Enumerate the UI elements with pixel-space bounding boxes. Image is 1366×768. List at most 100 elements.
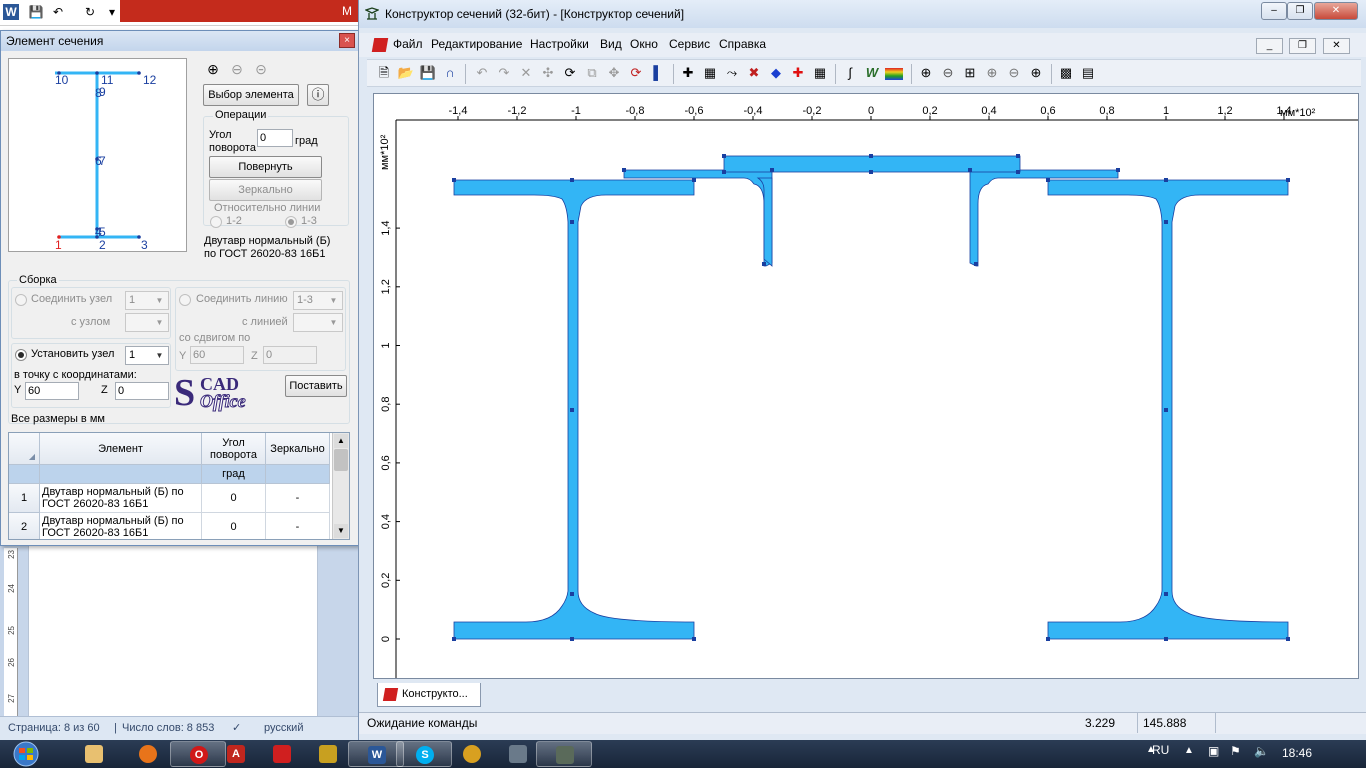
redo-icon[interactable]: ↷ xyxy=(495,64,513,82)
refresh-icon[interactable]: ⟳ xyxy=(627,64,645,82)
menu-window[interactable]: Окно xyxy=(630,37,658,51)
print-preview-icon[interactable]: ▩ xyxy=(1057,64,1075,82)
row-header[interactable]: 2 xyxy=(9,513,40,539)
word-count[interactable]: Число слов: 8 853 xyxy=(122,717,214,739)
table-cell-angle[interactable]: 0 xyxy=(202,484,266,513)
language-indicator[interactable]: русский xyxy=(264,717,303,739)
taskbar-section-constructor[interactable] xyxy=(536,741,592,767)
rotate-button[interactable]: Повернуть xyxy=(209,156,322,178)
expand-icon[interactable]: ▲ xyxy=(1184,745,1194,756)
mirror-button[interactable]: Зеркально xyxy=(209,179,322,201)
save-icon[interactable]: 💾 xyxy=(419,64,437,82)
with-node-select[interactable]: ▼ xyxy=(125,313,169,332)
minimize-button[interactable]: – xyxy=(1261,2,1287,20)
drawing-canvas[interactable]: -1,4 -1,2 -1 -0,8 -0,6 -0,4 -0,2 0 0,2 0,4 0,6 0,8 1… xyxy=(373,93,1359,679)
action-center-icon[interactable]: ⚑ xyxy=(1230,744,1241,758)
copy-icon[interactable]: ⧉ xyxy=(583,64,601,82)
point-icon[interactable]: ◆ xyxy=(767,64,785,82)
radio-join-line[interactable] xyxy=(179,294,191,306)
info-icon[interactable]: ⓘ xyxy=(307,84,329,106)
snap-icon[interactable]: ✚ xyxy=(679,64,697,82)
angle-input[interactable]: 0 xyxy=(257,129,293,147)
close-button[interactable]: × xyxy=(339,33,355,48)
set-node-select[interactable]: 1 ▼ xyxy=(125,346,169,365)
volume-icon[interactable]: 🔈 xyxy=(1254,744,1269,758)
keyboard-language[interactable]: RU xyxy=(1152,743,1169,757)
row-header[interactable]: 1 xyxy=(9,484,40,513)
calculator-icon[interactable]: ▦ xyxy=(811,64,829,82)
remove-node-icon[interactable]: ✖ xyxy=(745,64,763,82)
zoom-window-icon[interactable]: ⊞ xyxy=(961,64,979,82)
table-cell-element[interactable]: Двутавр нормальный (Б) по ГОСТ 26020-83 … xyxy=(40,484,202,513)
section-properties-icon[interactable]: ∫ xyxy=(841,64,859,82)
menu-file[interactable]: Файл xyxy=(393,37,423,51)
undo-icon[interactable]: ↶ xyxy=(473,64,491,82)
choose-element-button[interactable]: Выбор элемента xyxy=(203,84,299,106)
scroll-down-icon[interactable]: ▼ xyxy=(334,524,348,538)
radio-join-node[interactable] xyxy=(15,294,27,306)
zoom-fit-icon[interactable]: ⊝ xyxy=(250,58,272,80)
with-line-select[interactable]: ▼ xyxy=(293,313,343,332)
zoom-pan-icon[interactable]: ⊖ xyxy=(1005,64,1023,82)
section-icon[interactable]: ∩ xyxy=(441,64,459,82)
report-icon[interactable]: ▤ xyxy=(1079,64,1097,82)
mdi-close-button[interactable]: ✕ xyxy=(1323,38,1350,54)
spellcheck-icon[interactable]: ✓ xyxy=(232,717,241,739)
open-folder-icon[interactable]: 📂 xyxy=(397,64,415,82)
color-scale-icon[interactable] xyxy=(885,68,903,80)
save-icon[interactable]: 💾 xyxy=(28,4,44,20)
taskbar-explorer[interactable] xyxy=(66,741,122,767)
page-count[interactable]: Страница: 8 из 60 xyxy=(8,717,100,739)
clock[interactable]: 18:46 xyxy=(1282,746,1312,760)
undo-icon[interactable]: ↶ xyxy=(50,4,66,20)
mirror-icon[interactable]: ▌ xyxy=(649,64,667,82)
word-app-icon[interactable]: W xyxy=(3,4,19,20)
radio-set-node[interactable] xyxy=(15,349,27,361)
zoom-out-icon[interactable]: ⊖ xyxy=(226,58,248,80)
mdi-restore-button[interactable]: ❐ xyxy=(1289,38,1316,54)
table-cell-element[interactable]: Двутавр нормальный (Б) по ГОСТ 26020-83 … xyxy=(40,513,202,539)
scroll-thumb[interactable] xyxy=(334,449,348,471)
table-cell-mirror[interactable]: - xyxy=(266,484,330,513)
menu-view[interactable]: Вид xyxy=(600,37,622,51)
column-header-element[interactable]: Элемент xyxy=(40,433,202,465)
menu-help[interactable]: Справка xyxy=(719,37,766,51)
redo-icon[interactable]: ↻ xyxy=(82,4,98,20)
zoom-in-icon[interactable]: ⊕ xyxy=(202,58,224,80)
top-plate[interactable] xyxy=(723,155,1021,173)
column-header-mirror[interactable]: Зеркально xyxy=(266,433,330,465)
document-icon[interactable] xyxy=(371,38,389,52)
table-cell-angle[interactable]: 0 xyxy=(202,513,266,539)
zoom-in-icon[interactable]: ⊕ xyxy=(917,64,935,82)
align-icon[interactable]: ✥ xyxy=(605,64,623,82)
table-cell-mirror[interactable]: - xyxy=(266,513,330,539)
window-close-button[interactable]: ✕ xyxy=(1314,2,1358,20)
node-icon[interactable]: ⤳ xyxy=(723,64,741,82)
tab-section-constructor[interactable]: Конструкто... xyxy=(377,683,481,707)
zoom-previous-icon[interactable]: ⊕ xyxy=(983,64,1001,82)
network-icon[interactable]: ▣ xyxy=(1208,744,1219,758)
place-button[interactable]: Поставить xyxy=(285,375,347,397)
menu-settings[interactable]: Настройки xyxy=(530,37,589,51)
grid-icon[interactable]: ▦ xyxy=(701,64,719,82)
word-page[interactable] xyxy=(28,544,318,716)
move-icon[interactable]: ✣ xyxy=(539,64,557,82)
rotate-icon[interactable]: ⟳ xyxy=(561,64,579,82)
moment-of-resistance-icon[interactable]: W xyxy=(863,64,881,82)
customize-qat-icon[interactable]: ▾ xyxy=(104,4,120,20)
menu-edit[interactable]: Редактирование xyxy=(431,37,522,51)
zoom-all-icon[interactable]: ⊕ xyxy=(1027,64,1045,82)
menu-service[interactable]: Сервис xyxy=(669,37,710,51)
zoom-out-icon[interactable]: ⊖ xyxy=(939,64,957,82)
table-corner[interactable]: ◢ xyxy=(9,433,40,465)
join-line-select[interactable]: 1-3 ▼ xyxy=(293,291,343,310)
delete-icon[interactable]: ✕ xyxy=(517,64,535,82)
new-file-icon[interactable]: 🗎 xyxy=(375,64,393,82)
add-icon[interactable]: ✚ xyxy=(789,64,807,82)
column-header-angle[interactable]: Угол поворота xyxy=(202,433,266,465)
scroll-up-icon[interactable]: ▲ xyxy=(334,434,348,448)
radio-line-12[interactable] xyxy=(210,216,222,228)
coord-z-input[interactable]: 0 xyxy=(115,382,169,400)
shift-z-input[interactable]: 0 xyxy=(263,346,317,364)
radio-line-13[interactable] xyxy=(285,216,297,228)
